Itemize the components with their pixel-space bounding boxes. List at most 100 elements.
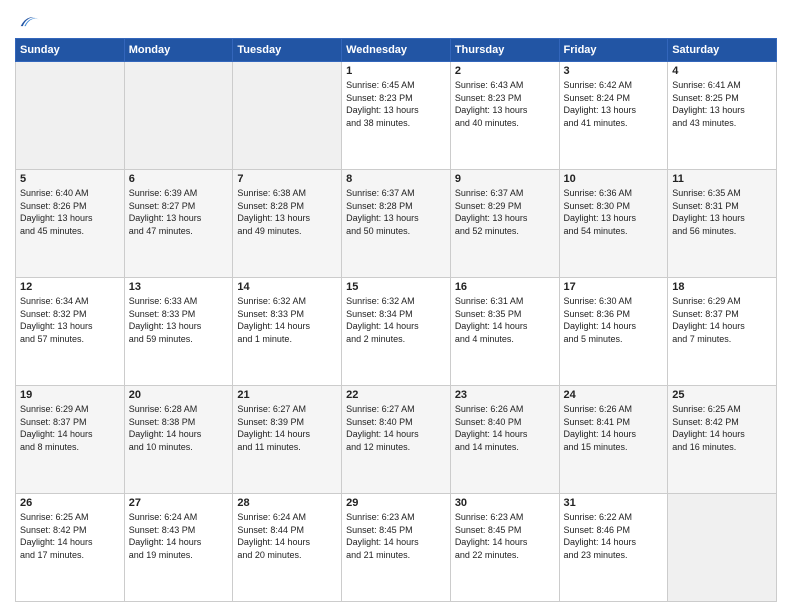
day-number: 6 bbox=[129, 173, 229, 185]
day-number: 31 bbox=[564, 497, 664, 509]
day-sun-info: Sunrise: 6:37 AM Sunset: 8:28 PM Dayligh… bbox=[346, 187, 446, 237]
calendar-day-6: 6Sunrise: 6:39 AM Sunset: 8:27 PM Daylig… bbox=[124, 170, 233, 278]
day-sun-info: Sunrise: 6:22 AM Sunset: 8:46 PM Dayligh… bbox=[564, 511, 664, 561]
day-sun-info: Sunrise: 6:27 AM Sunset: 8:39 PM Dayligh… bbox=[237, 403, 337, 453]
day-sun-info: Sunrise: 6:25 AM Sunset: 8:42 PM Dayligh… bbox=[20, 511, 120, 561]
day-sun-info: Sunrise: 6:36 AM Sunset: 8:30 PM Dayligh… bbox=[564, 187, 664, 237]
day-sun-info: Sunrise: 6:41 AM Sunset: 8:25 PM Dayligh… bbox=[672, 79, 772, 129]
weekday-header-thursday: Thursday bbox=[450, 39, 559, 62]
day-sun-info: Sunrise: 6:24 AM Sunset: 8:43 PM Dayligh… bbox=[129, 511, 229, 561]
calendar-day-4: 4 Sunrise: 6:41 AM Sunset: 8:25 PM Daylig… bbox=[668, 62, 777, 170]
calendar-day-17: 17 Sunrise: 6:30 AM Sunset: 8:36 PM Dayli… bbox=[559, 278, 668, 386]
day-sun-info: Sunrise: 6:26 AM Sunset: 8:40 PM Dayligh… bbox=[455, 403, 555, 453]
calendar-day-30: 30 Sunrise: 6:23 AM Sunset: 8:45 PM Dayli… bbox=[450, 494, 559, 602]
day-number: 8 bbox=[346, 173, 446, 185]
weekday-header-row: SundayMondayTuesdayWednesdayThursdayFrid… bbox=[16, 39, 777, 62]
calendar-empty-cell bbox=[124, 62, 233, 170]
day-number: 16 bbox=[455, 281, 555, 293]
day-sun-info: Sunrise: 6:30 AM Sunset: 8:36 PM Dayligh… bbox=[564, 295, 664, 345]
calendar-day-13: 13Sunrise: 6:33 AM Sunset: 8:33 PM Dayli… bbox=[124, 278, 233, 386]
calendar-day-31: 31 Sunrise: 6:22 AM Sunset: 8:46 PM Dayli… bbox=[559, 494, 668, 602]
day-sun-info: Sunrise: 6:34 AM Sunset: 8:32 PM Dayligh… bbox=[20, 295, 120, 345]
calendar-week-row: 19 Sunrise: 6:29 AM Sunset: 8:37 PM Dayli… bbox=[16, 386, 777, 494]
calendar-day-22: 22 Sunrise: 6:27 AM Sunset: 8:40 PM Dayli… bbox=[342, 386, 451, 494]
day-number: 9 bbox=[455, 173, 555, 185]
day-number: 19 bbox=[20, 389, 120, 401]
day-number: 4 bbox=[672, 65, 772, 77]
day-sun-info: Sunrise: 6:42 AM Sunset: 8:24 PM Dayligh… bbox=[564, 79, 664, 129]
calendar-empty-cell bbox=[16, 62, 125, 170]
day-number: 28 bbox=[237, 497, 337, 509]
page: SundayMondayTuesdayWednesdayThursdayFrid… bbox=[0, 0, 792, 612]
calendar-day-3: 3 Sunrise: 6:42 AM Sunset: 8:24 PM Daylig… bbox=[559, 62, 668, 170]
calendar-empty-cell bbox=[668, 494, 777, 602]
calendar-week-row: 12 Sunrise: 6:34 AM Sunset: 8:32 PM Dayli… bbox=[16, 278, 777, 386]
calendar-day-18: 18 Sunrise: 6:29 AM Sunset: 8:37 PM Dayli… bbox=[668, 278, 777, 386]
weekday-header-sunday: Sunday bbox=[16, 39, 125, 62]
calendar-week-row: 26 Sunrise: 6:25 AM Sunset: 8:42 PM Dayli… bbox=[16, 494, 777, 602]
day-sun-info: Sunrise: 6:35 AM Sunset: 8:31 PM Dayligh… bbox=[672, 187, 772, 237]
day-number: 12 bbox=[20, 281, 120, 293]
weekday-header-wednesday: Wednesday bbox=[342, 39, 451, 62]
calendar-day-14: 14 Sunrise: 6:32 AM Sunset: 8:33 PM Dayli… bbox=[233, 278, 342, 386]
day-number: 7 bbox=[237, 173, 337, 185]
calendar-table: SundayMondayTuesdayWednesdayThursdayFrid… bbox=[15, 38, 777, 602]
calendar-day-29: 29Sunrise: 6:23 AM Sunset: 8:45 PM Dayli… bbox=[342, 494, 451, 602]
calendar-day-24: 24 Sunrise: 6:26 AM Sunset: 8:41 PM Dayli… bbox=[559, 386, 668, 494]
calendar-empty-cell bbox=[233, 62, 342, 170]
weekday-header-monday: Monday bbox=[124, 39, 233, 62]
day-number: 23 bbox=[455, 389, 555, 401]
calendar-week-row: 5Sunrise: 6:40 AM Sunset: 8:26 PM Daylig… bbox=[16, 170, 777, 278]
logo bbox=[15, 10, 39, 32]
day-sun-info: Sunrise: 6:38 AM Sunset: 8:28 PM Dayligh… bbox=[237, 187, 337, 237]
calendar-day-8: 8 Sunrise: 6:37 AM Sunset: 8:28 PM Daylig… bbox=[342, 170, 451, 278]
calendar-day-25: 25Sunrise: 6:25 AM Sunset: 8:42 PM Dayli… bbox=[668, 386, 777, 494]
day-number: 1 bbox=[346, 65, 446, 77]
day-number: 24 bbox=[564, 389, 664, 401]
day-number: 21 bbox=[237, 389, 337, 401]
header bbox=[15, 10, 777, 32]
calendar-day-11: 11 Sunrise: 6:35 AM Sunset: 8:31 PM Dayli… bbox=[668, 170, 777, 278]
day-number: 2 bbox=[455, 65, 555, 77]
weekday-header-saturday: Saturday bbox=[668, 39, 777, 62]
day-number: 14 bbox=[237, 281, 337, 293]
day-number: 11 bbox=[672, 173, 772, 185]
calendar-day-23: 23 Sunrise: 6:26 AM Sunset: 8:40 PM Dayli… bbox=[450, 386, 559, 494]
calendar-day-2: 2Sunrise: 6:43 AM Sunset: 8:23 PM Daylig… bbox=[450, 62, 559, 170]
calendar-day-26: 26 Sunrise: 6:25 AM Sunset: 8:42 PM Dayli… bbox=[16, 494, 125, 602]
day-number: 30 bbox=[455, 497, 555, 509]
day-sun-info: Sunrise: 6:45 AM Sunset: 8:23 PM Dayligh… bbox=[346, 79, 446, 129]
day-sun-info: Sunrise: 6:28 AM Sunset: 8:38 PM Dayligh… bbox=[129, 403, 229, 453]
day-number: 5 bbox=[20, 173, 120, 185]
day-sun-info: Sunrise: 6:32 AM Sunset: 8:33 PM Dayligh… bbox=[237, 295, 337, 345]
day-number: 20 bbox=[129, 389, 229, 401]
day-number: 27 bbox=[129, 497, 229, 509]
calendar-day-21: 21 Sunrise: 6:27 AM Sunset: 8:39 PM Dayli… bbox=[233, 386, 342, 494]
day-number: 17 bbox=[564, 281, 664, 293]
day-sun-info: Sunrise: 6:24 AM Sunset: 8:44 PM Dayligh… bbox=[237, 511, 337, 561]
calendar-day-15: 15Sunrise: 6:32 AM Sunset: 8:34 PM Dayli… bbox=[342, 278, 451, 386]
day-sun-info: Sunrise: 6:37 AM Sunset: 8:29 PM Dayligh… bbox=[455, 187, 555, 237]
calendar-day-7: 7 Sunrise: 6:38 AM Sunset: 8:28 PM Daylig… bbox=[233, 170, 342, 278]
calendar-day-12: 12 Sunrise: 6:34 AM Sunset: 8:32 PM Dayli… bbox=[16, 278, 125, 386]
day-sun-info: Sunrise: 6:29 AM Sunset: 8:37 PM Dayligh… bbox=[672, 295, 772, 345]
day-sun-info: Sunrise: 6:23 AM Sunset: 8:45 PM Dayligh… bbox=[455, 511, 555, 561]
day-number: 25 bbox=[672, 389, 772, 401]
calendar-day-9: 9 Sunrise: 6:37 AM Sunset: 8:29 PM Daylig… bbox=[450, 170, 559, 278]
weekday-header-tuesday: Tuesday bbox=[233, 39, 342, 62]
day-number: 3 bbox=[564, 65, 664, 77]
day-sun-info: Sunrise: 6:26 AM Sunset: 8:41 PM Dayligh… bbox=[564, 403, 664, 453]
day-sun-info: Sunrise: 6:29 AM Sunset: 8:37 PM Dayligh… bbox=[20, 403, 120, 453]
day-number: 26 bbox=[20, 497, 120, 509]
day-sun-info: Sunrise: 6:27 AM Sunset: 8:40 PM Dayligh… bbox=[346, 403, 446, 453]
day-number: 22 bbox=[346, 389, 446, 401]
day-sun-info: Sunrise: 6:32 AM Sunset: 8:34 PM Dayligh… bbox=[346, 295, 446, 345]
calendar-day-28: 28 Sunrise: 6:24 AM Sunset: 8:44 PM Dayli… bbox=[233, 494, 342, 602]
calendar-day-10: 10Sunrise: 6:36 AM Sunset: 8:30 PM Dayli… bbox=[559, 170, 668, 278]
calendar-day-16: 16 Sunrise: 6:31 AM Sunset: 8:35 PM Dayli… bbox=[450, 278, 559, 386]
calendar-day-19: 19 Sunrise: 6:29 AM Sunset: 8:37 PM Dayli… bbox=[16, 386, 125, 494]
weekday-header-friday: Friday bbox=[559, 39, 668, 62]
day-number: 29 bbox=[346, 497, 446, 509]
day-sun-info: Sunrise: 6:31 AM Sunset: 8:35 PM Dayligh… bbox=[455, 295, 555, 345]
day-number: 18 bbox=[672, 281, 772, 293]
